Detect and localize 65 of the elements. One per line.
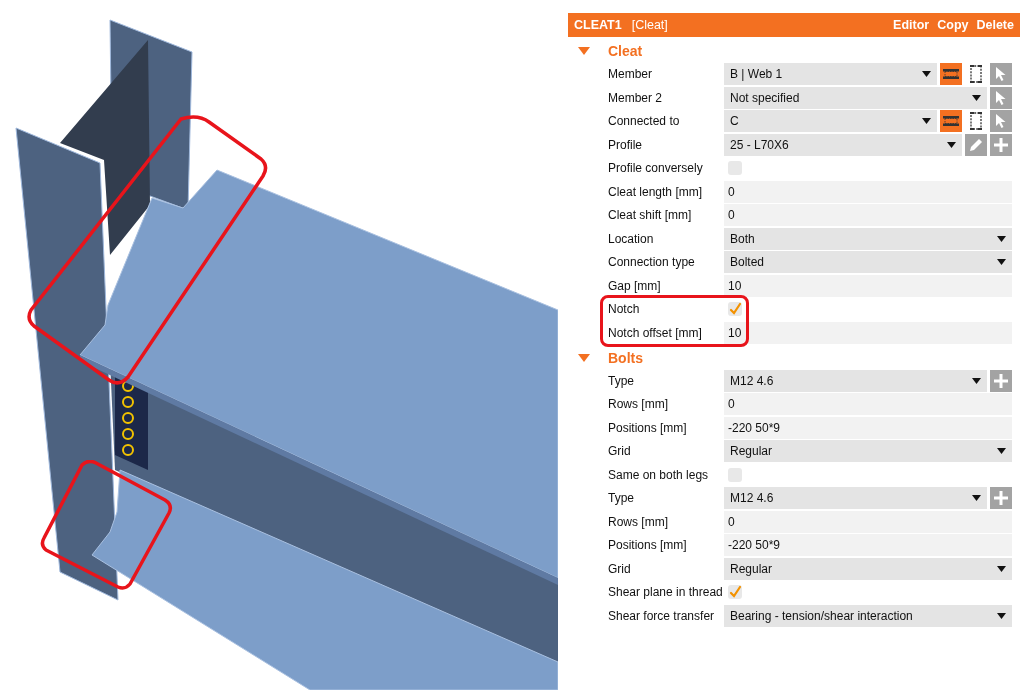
field-label: Member bbox=[608, 67, 653, 81]
field-label: Connected to bbox=[608, 114, 681, 128]
dropdown[interactable]: 25 - L70X6 bbox=[724, 133, 962, 156]
text-field[interactable]: 0 bbox=[724, 180, 1012, 203]
caret-icon bbox=[922, 71, 931, 77]
dropdown[interactable]: B | Web 1 bbox=[724, 63, 937, 85]
field-label: Profile bbox=[608, 137, 643, 152]
add-icon[interactable] bbox=[990, 369, 1012, 392]
caret-icon bbox=[922, 118, 931, 124]
dropdown[interactable]: M12 4.6 bbox=[724, 487, 987, 509]
text-field[interactable]: 0 bbox=[724, 393, 1012, 415]
field-label: Grid bbox=[608, 561, 632, 576]
field-label: Same on both legs bbox=[608, 467, 710, 482]
caret-icon bbox=[997, 612, 1006, 619]
text-field[interactable]: 10 bbox=[724, 321, 1012, 344]
dropdown[interactable]: Bearing - tension/shear interaction bbox=[724, 604, 1012, 627]
field-label: Location bbox=[608, 231, 655, 246]
field-label: Profile conversely bbox=[608, 161, 704, 175]
field-label: Rows [mm] bbox=[608, 397, 669, 411]
field-label: Type bbox=[608, 373, 635, 388]
object-type: [Cleat] bbox=[631, 18, 668, 32]
text-field[interactable]: 10 bbox=[724, 274, 1012, 297]
field-label: Notch bbox=[608, 302, 641, 316]
member-icon[interactable] bbox=[940, 110, 962, 132]
dropdown[interactable]: Regular bbox=[724, 557, 1012, 580]
add-icon[interactable] bbox=[990, 487, 1012, 509]
object-name: CLEAT1 bbox=[574, 18, 622, 32]
field-label: Cleat shift [mm] bbox=[608, 208, 693, 222]
dropdown[interactable]: Not specified bbox=[724, 86, 987, 109]
section-title: Cleat bbox=[608, 43, 643, 59]
field-label: Gap [mm] bbox=[608, 278, 662, 293]
caret-icon bbox=[997, 259, 1006, 265]
dropdown[interactable]: Bolted bbox=[724, 251, 1012, 273]
text-field[interactable]: -220 50*9 bbox=[724, 534, 1012, 556]
caret-icon bbox=[997, 448, 1006, 454]
field-label: Notch offset [mm] bbox=[608, 325, 703, 340]
field-label: Type bbox=[608, 491, 635, 505]
field-label: Positions [mm] bbox=[608, 538, 688, 552]
caret-icon bbox=[972, 377, 981, 384]
text-field[interactable]: -220 50*9 bbox=[724, 416, 1012, 439]
field-label: Connection type bbox=[608, 255, 696, 269]
text-field[interactable]: 0 bbox=[724, 204, 1012, 226]
dropdown[interactable]: Regular bbox=[724, 440, 1012, 462]
checkbox[interactable] bbox=[728, 585, 742, 599]
caret-icon bbox=[997, 235, 1006, 242]
text-field[interactable]: 0 bbox=[724, 510, 1012, 533]
field-label: Shear force transfer bbox=[608, 608, 716, 623]
member-icon[interactable] bbox=[940, 63, 962, 85]
section-title: Bolts bbox=[608, 349, 643, 366]
dropdown[interactable]: M12 4.6 bbox=[724, 369, 987, 392]
checkbox[interactable] bbox=[728, 302, 742, 316]
field-label: Shear plane in thread bbox=[608, 585, 724, 599]
dropdown[interactable]: Both bbox=[724, 227, 1012, 250]
caret-icon bbox=[972, 495, 981, 501]
collapse-icon[interactable] bbox=[578, 352, 590, 363]
field-label: Positions [mm] bbox=[608, 420, 688, 435]
collapse-icon[interactable] bbox=[578, 46, 590, 56]
caret-icon bbox=[947, 141, 956, 148]
field-label: Cleat length [mm] bbox=[608, 184, 704, 199]
caret-icon bbox=[972, 94, 981, 101]
field-label: Member 2 bbox=[608, 90, 664, 105]
dropdown[interactable]: C bbox=[724, 110, 937, 132]
field-label: Rows [mm] bbox=[608, 514, 669, 529]
field-label: Grid bbox=[608, 444, 632, 458]
caret-icon bbox=[997, 565, 1006, 572]
